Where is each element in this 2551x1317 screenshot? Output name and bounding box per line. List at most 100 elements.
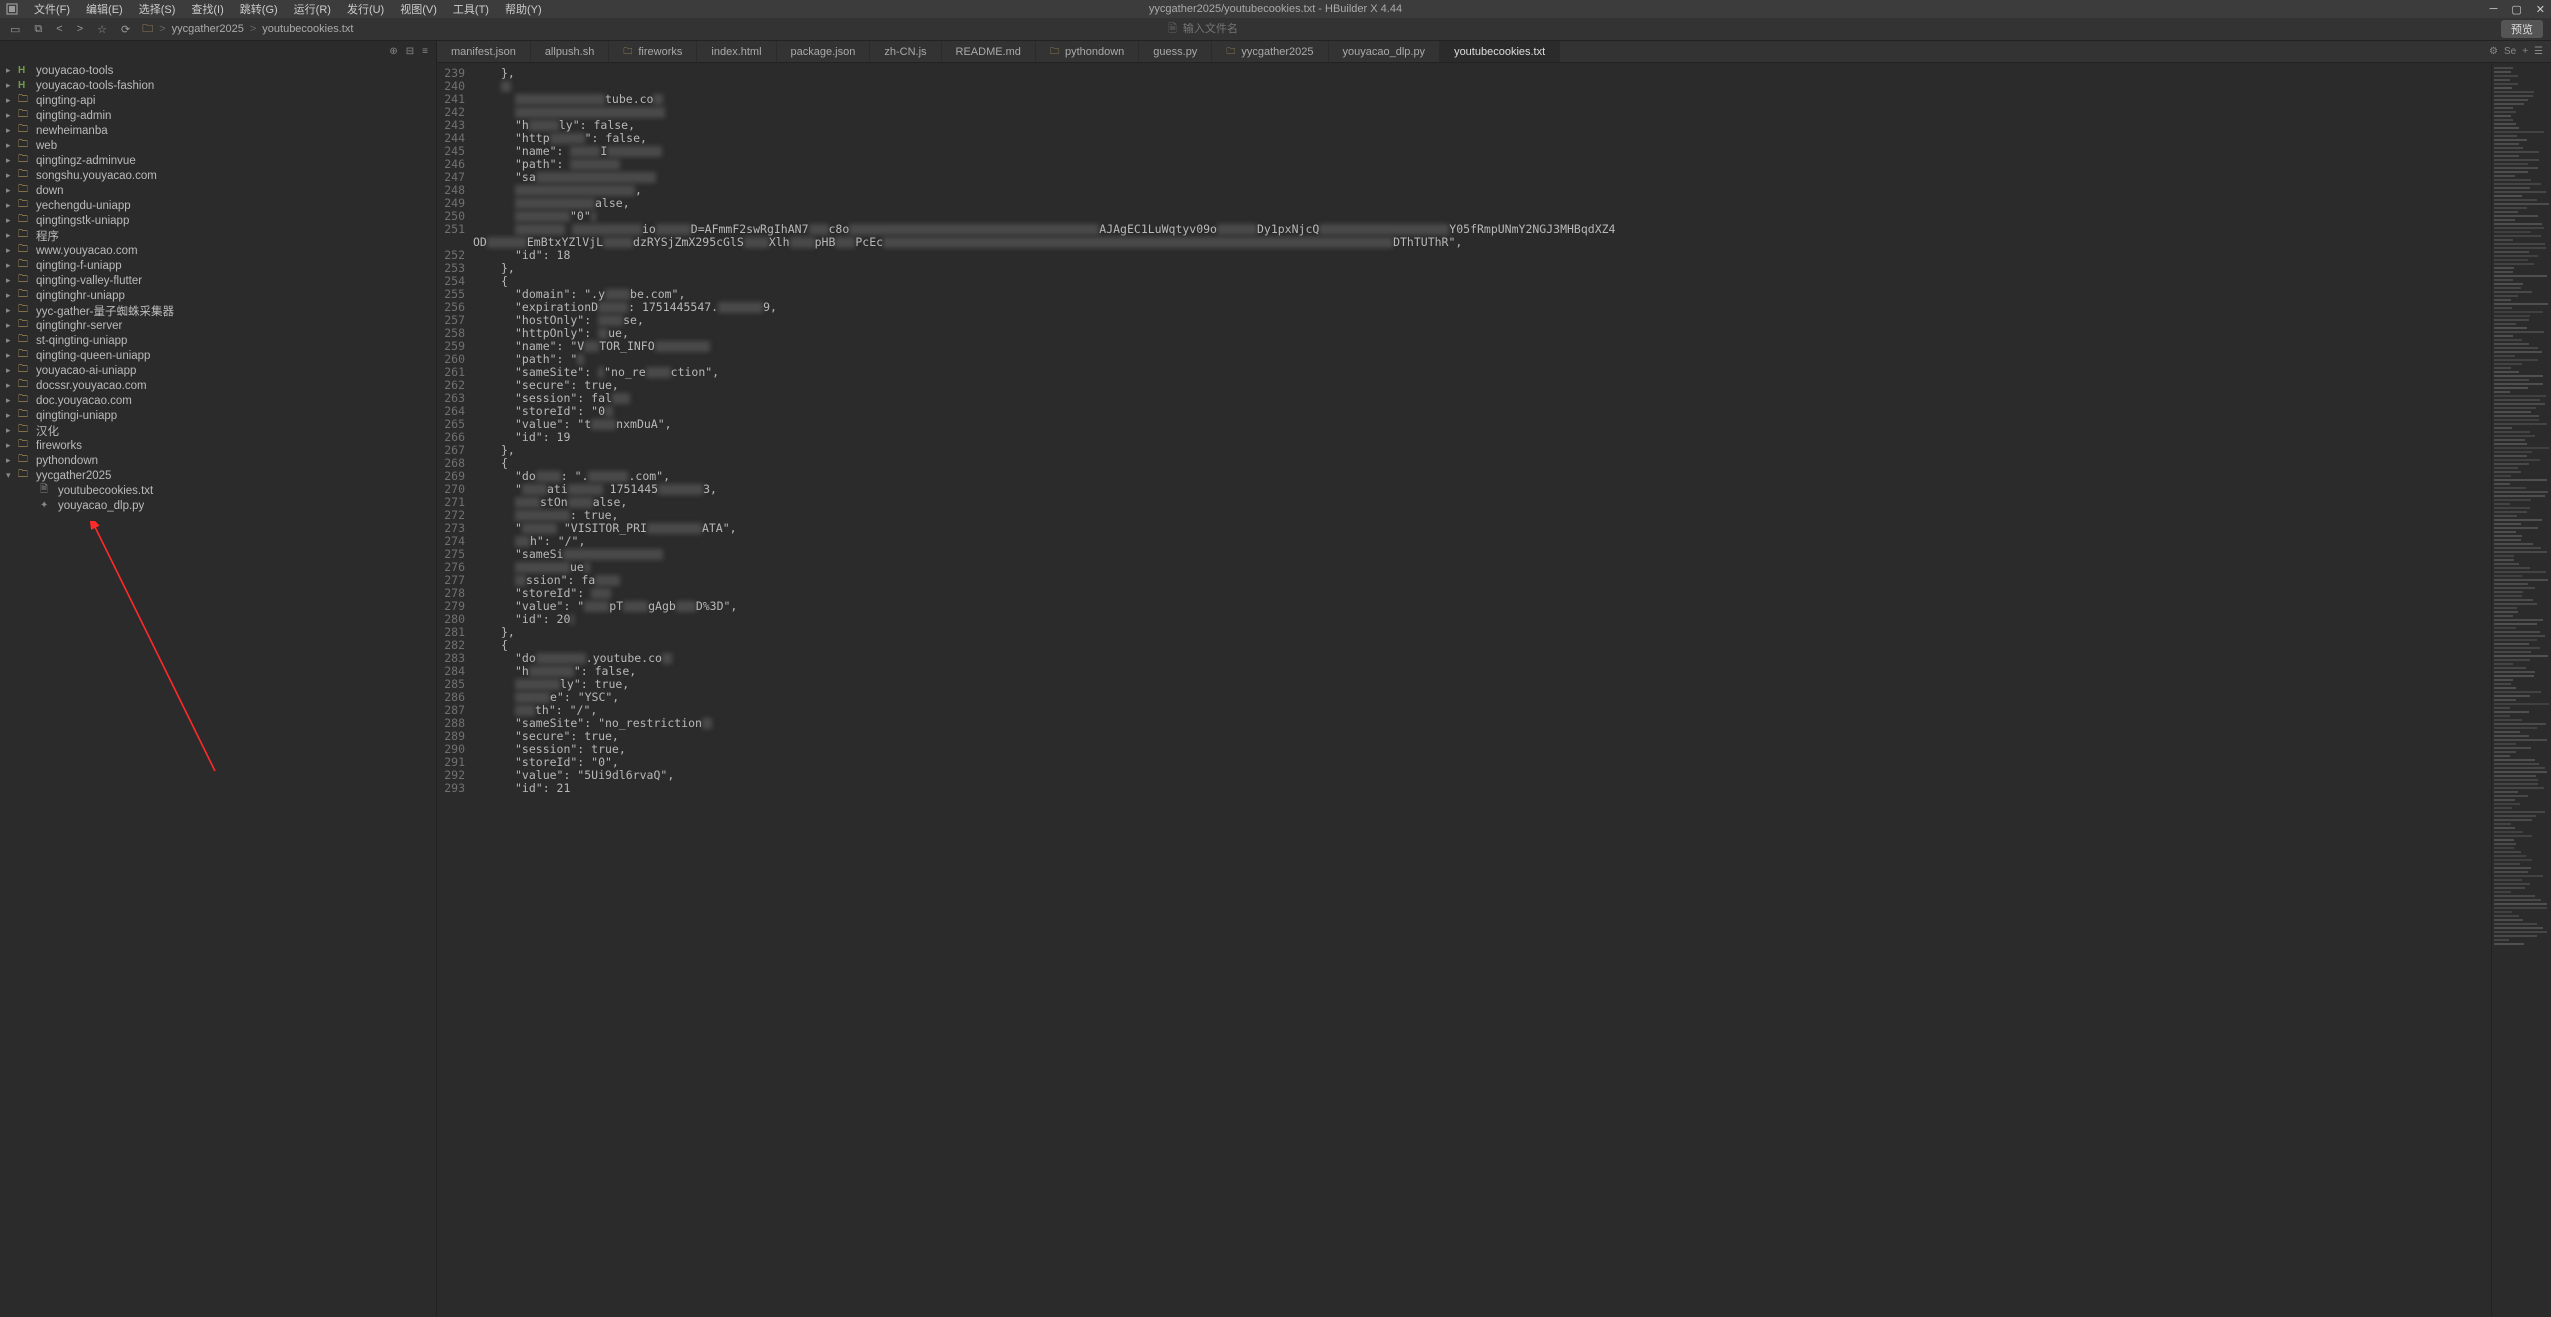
chevron-icon[interactable]: ▸ [6,320,16,331]
chevron-icon[interactable]: ▸ [6,230,16,241]
folder-item[interactable]: ▸🗀qingtinghr-server [0,318,436,333]
folder-item[interactable]: ▸🗀www.youyacao.com [0,243,436,258]
forward-icon[interactable]: > [75,23,85,35]
tab-control-icon[interactable]: ☰ [2534,46,2543,57]
editor-tab[interactable]: 🗀yycgather2025 [1212,41,1328,62]
folder-item[interactable]: ▸🗀qingtinghr-uniapp [0,288,436,303]
menu-item[interactable]: 选择(S) [131,4,184,16]
folder-item[interactable]: ▸🗀qingtingi-uniapp [0,408,436,423]
collapse-icon[interactable]: ⊟ [406,46,414,57]
file-search[interactable]: 🗎 [1168,20,1383,39]
folder-item[interactable]: ▸🗀qingting-admin [0,108,436,123]
refresh-icon[interactable]: ⟳ [119,23,132,36]
menu-icon[interactable]: ≡ [422,46,428,57]
folder-item[interactable]: ▸🗀pythondown [0,453,436,468]
editor-tab[interactable]: zh-CN.js [870,41,941,62]
close-button[interactable]: ✕ [2536,3,2545,16]
chevron-icon[interactable]: ▸ [6,125,16,136]
chevron-icon[interactable]: ▸ [6,140,16,151]
folder-item[interactable]: ▸🗀yyc-gather-量子蜘蛛采集器 [0,303,436,318]
editor-tab[interactable]: guess.py [1139,41,1212,62]
star-icon[interactable]: ☆ [95,23,109,36]
folder-item[interactable]: ▸🗀st-qingting-uniapp [0,333,436,348]
breadcrumb-item[interactable]: youtubecookies.txt [262,23,353,35]
tab-control-icon[interactable]: ⚙ [2489,46,2498,57]
menu-item[interactable]: 跳转(G) [232,4,286,16]
chevron-icon[interactable]: ▸ [6,215,16,226]
chevron-icon[interactable]: ▸ [6,305,16,316]
breadcrumb-item[interactable]: yycgather2025 [172,23,244,35]
menu-item[interactable]: 帮助(Y) [497,4,550,16]
file-item[interactable]: 🗎youtubecookies.txt [0,483,436,498]
chevron-icon[interactable]: ▸ [6,440,16,451]
file-item[interactable]: ✦youyacao_dlp.py [0,498,436,513]
folder-item[interactable]: ▸🗀qingting-valley-flutter [0,273,436,288]
editor-tab[interactable]: allpush.sh [531,41,610,62]
folder-item[interactable]: ▸🗀docssr.youyacao.com [0,378,436,393]
editor-tab[interactable]: README.md [942,41,1036,62]
chevron-icon[interactable]: ▸ [6,425,16,436]
chevron-icon[interactable]: ▸ [6,455,16,466]
menu-item[interactable]: 视图(V) [392,4,445,16]
menu-item[interactable]: 发行(U) [339,4,392,16]
folder-item[interactable]: ▸Hyouyacao-tools-fashion [0,78,436,93]
chevron-icon[interactable]: ▸ [6,95,16,106]
chevron-icon[interactable]: ▸ [6,65,16,76]
code-content[interactable]: },tube.co"hly": false,"http": false,"nam… [473,63,2491,1317]
chevron-icon[interactable]: ▾ [6,470,16,481]
chevron-icon[interactable]: ▸ [6,365,16,376]
chevron-icon[interactable]: ▸ [6,335,16,346]
chevron-icon[interactable]: ▸ [6,185,16,196]
chevron-icon[interactable]: ▸ [6,260,16,271]
tab-control-icon[interactable]: Se [2504,46,2516,57]
chevron-icon[interactable]: ▸ [6,170,16,181]
folder-item[interactable]: ▸🗀newheimanba [0,123,436,138]
copy-icon[interactable]: ⧉ [32,23,44,36]
folder-item[interactable]: ▸🗀web [0,138,436,153]
menu-item[interactable]: 查找(I) [183,4,231,16]
menu-item[interactable]: 文件(F) [26,4,78,16]
search-input[interactable] [1183,23,1383,35]
tab-control-icon[interactable]: + [2522,46,2528,57]
folder-item[interactable]: ▸🗀down [0,183,436,198]
editor-tab[interactable]: package.json [777,41,871,62]
folder-item[interactable]: ▸🗀qingting-queen-uniapp [0,348,436,363]
folder-item[interactable]: ▸🗀qingtingz-adminvue [0,153,436,168]
folder-item[interactable]: ▸🗀youyacao-ai-uniapp [0,363,436,378]
folder-item[interactable]: ▸🗀yechengdu-uniapp [0,198,436,213]
editor-tab[interactable]: youyacao_dlp.py [1329,41,1441,62]
chevron-icon[interactable]: ▸ [6,290,16,301]
folder-item[interactable]: ▸🗀汉化 [0,423,436,438]
maximize-button[interactable]: ▢ [2511,3,2521,16]
editor-tab[interactable]: manifest.json [437,41,531,62]
editor-tab[interactable]: index.html [697,41,776,62]
menu-item[interactable]: 运行(R) [286,4,339,16]
folder-item[interactable]: ▸🗀qingtingstk-uniapp [0,213,436,228]
minimize-button[interactable]: ─ [2490,3,2498,16]
folder-item[interactable]: ▾🗀yycgather2025 [0,468,436,483]
folder-item[interactable]: ▸🗀程序 [0,228,436,243]
menu-item[interactable]: 工具(T) [445,4,497,16]
new-file-icon[interactable]: ⊕ [389,46,397,57]
save-icon[interactable]: ▭ [8,23,22,36]
minimap[interactable] [2491,63,2551,1317]
folder-item[interactable]: ▸🗀fireworks [0,438,436,453]
chevron-icon[interactable]: ▸ [6,110,16,121]
chevron-icon[interactable]: ▸ [6,395,16,406]
preview-button[interactable]: 预览 [2501,20,2543,38]
folder-item[interactable]: ▸🗀qingting-api [0,93,436,108]
folder-item[interactable]: ▸Hyouyacao-tools [0,63,436,78]
chevron-icon[interactable]: ▸ [6,245,16,256]
back-icon[interactable]: < [54,23,64,35]
folder-item[interactable]: ▸🗀doc.youyacao.com [0,393,436,408]
chevron-icon[interactable]: ▸ [6,410,16,421]
chevron-icon[interactable]: ▸ [6,380,16,391]
chevron-icon[interactable]: ▸ [6,80,16,91]
chevron-icon[interactable]: ▸ [6,200,16,211]
folder-item[interactable]: ▸🗀qingting-f-uniapp [0,258,436,273]
chevron-icon[interactable]: ▸ [6,350,16,361]
code-editor[interactable]: 2392402412422432442452462472482492502512… [437,63,2551,1317]
chevron-icon[interactable]: ▸ [6,155,16,166]
folder-item[interactable]: ▸🗀songshu.youyacao.com [0,168,436,183]
chevron-icon[interactable]: ▸ [6,275,16,286]
